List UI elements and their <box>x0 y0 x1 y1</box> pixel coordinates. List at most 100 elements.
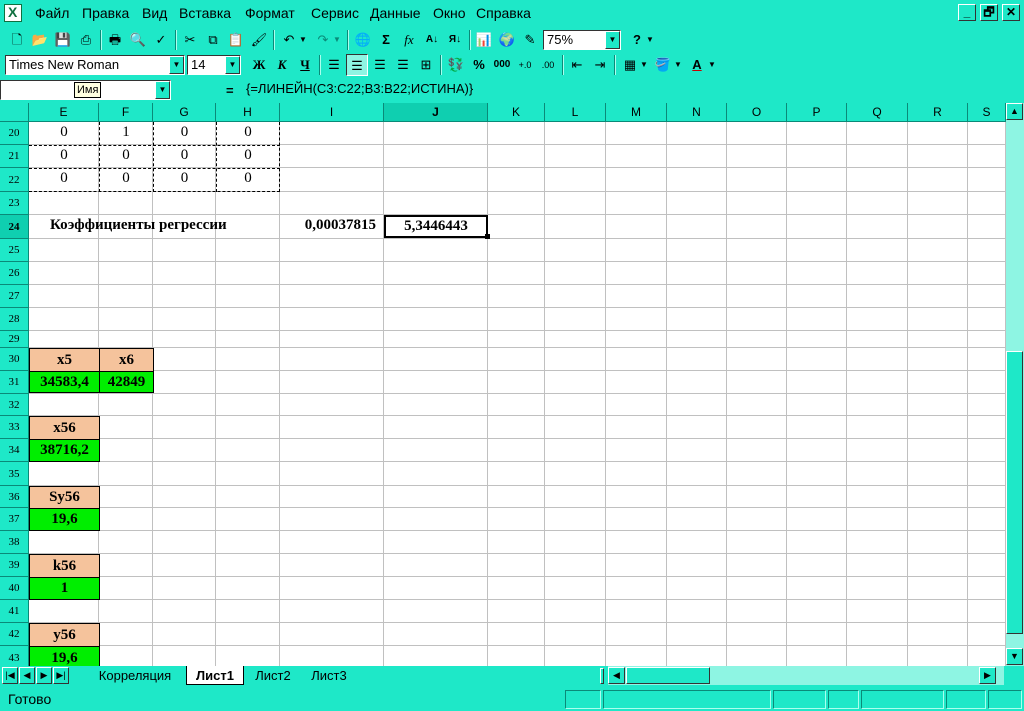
column-header-q[interactable]: Q <box>847 103 908 122</box>
font-color-dropdown-icon[interactable]: ▼ <box>707 54 717 76</box>
column-header-f[interactable]: F <box>99 103 153 122</box>
chevron-down-icon[interactable]: ▼ <box>225 56 240 74</box>
chevron-down-icon[interactable]: ▼ <box>169 56 184 74</box>
increase-indent-icon[interactable]: ⇥ <box>589 54 611 76</box>
row-header-20[interactable]: 20 <box>0 122 29 145</box>
prev-sheet-icon[interactable]: ◀ <box>19 667 35 684</box>
drawing-icon[interactable]: ✎ <box>519 29 541 51</box>
cell-x5-label[interactable]: x5 <box>29 348 100 372</box>
cell-sy56-value[interactable]: 19,6 <box>29 508 100 531</box>
percent-button[interactable]: % <box>468 54 490 76</box>
undo-icon[interactable]: ↶ <box>278 29 300 51</box>
menu-data[interactable]: Данные <box>370 5 421 21</box>
sort-desc-icon[interactable]: Я↓ <box>444 29 466 51</box>
new-icon[interactable]: 🗋 <box>6 29 28 51</box>
row-header-27[interactable]: 27 <box>0 285 29 308</box>
scroll-left-icon[interactable]: ◀ <box>608 667 625 684</box>
chevron-down-icon[interactable]: ▼ <box>155 81 170 99</box>
undo-dropdown-icon[interactable]: ▼ <box>298 29 308 51</box>
bold-button[interactable]: Ж <box>248 54 270 76</box>
save-icon[interactable]: 💾 <box>52 29 74 51</box>
cell-e20[interactable]: 0 <box>29 124 99 141</box>
row-header-25[interactable]: 25 <box>0 239 29 262</box>
scroll-up-icon[interactable]: ▲ <box>1006 103 1023 120</box>
zoom-select[interactable]: 75% ▼ <box>543 30 621 50</box>
formula-input[interactable]: {=ЛИНЕЙН(C3:C22;B3:B22;ИСТИНА)} <box>243 80 1023 100</box>
align-right-icon[interactable]: ☰ <box>369 54 391 76</box>
scroll-right-icon[interactable]: ▶ <box>979 667 996 684</box>
save-print-icon[interactable]: ⎙ <box>75 29 97 51</box>
column-header-o[interactable]: O <box>727 103 787 122</box>
font-select[interactable]: Times New Roman ▼ <box>5 55 185 75</box>
cell-h20[interactable]: 0 <box>216 124 280 141</box>
row-header-29[interactable]: 29 <box>0 331 29 348</box>
cell-y56-value[interactable]: 19,6 <box>29 646 100 666</box>
chart-wizard-icon[interactable]: 📊 <box>473 29 495 51</box>
open-icon[interactable]: 📂 <box>29 29 51 51</box>
menu-edit[interactable]: Правка <box>82 5 129 21</box>
minimize-button[interactable]: _ <box>958 4 976 21</box>
restore-button[interactable]: 🗗 <box>980 4 998 21</box>
tab-sheet1-active[interactable]: Лист1 <box>186 666 244 685</box>
italic-button[interactable]: К <box>271 54 293 76</box>
column-header-s[interactable]: S <box>968 103 1006 122</box>
underline-button[interactable]: Ч <box>294 54 316 76</box>
format-painter-icon[interactable]: 🖌 <box>248 29 270 51</box>
row-header-34[interactable]: 34 <box>0 439 29 462</box>
fill-dropdown-icon[interactable]: ▼ <box>673 54 683 76</box>
horizontal-scroll-thumb[interactable] <box>626 667 710 684</box>
align-left-icon[interactable]: ☰ <box>323 54 345 76</box>
cell-h22[interactable]: 0 <box>216 170 280 187</box>
select-all-corner[interactable] <box>0 103 29 122</box>
copy-icon[interactable]: ⧉ <box>202 29 224 51</box>
menu-tools[interactable]: Сервис <box>311 5 359 21</box>
cell-f22[interactable]: 0 <box>99 170 153 187</box>
row-header-28[interactable]: 28 <box>0 308 29 331</box>
thousands-button[interactable]: 000 <box>491 54 513 76</box>
justify-icon[interactable]: ☰ <box>392 54 414 76</box>
equals-sign[interactable]: = <box>226 83 234 98</box>
row-header-41[interactable]: 41 <box>0 600 29 623</box>
first-sheet-icon[interactable]: |◀ <box>2 667 18 684</box>
cell-i24[interactable]: 0,00037815 <box>280 217 384 234</box>
cell-e21[interactable]: 0 <box>29 147 99 164</box>
row-header-21[interactable]: 21 <box>0 145 29 168</box>
cell-f21[interactable]: 0 <box>99 147 153 164</box>
column-header-j[interactable]: J <box>384 103 488 122</box>
cell-x6-value[interactable]: 42849 <box>99 371 154 393</box>
row-header-40[interactable]: 40 <box>0 577 29 600</box>
map-icon[interactable]: 🌍 <box>496 29 518 51</box>
cell-g21[interactable]: 0 <box>153 147 216 164</box>
row-header-39[interactable]: 39 <box>0 554 29 577</box>
row-header-33[interactable]: 33 <box>0 416 29 439</box>
merge-center-icon[interactable]: ⊞ <box>415 54 437 76</box>
borders-icon[interactable]: ▦ <box>619 54 641 76</box>
print-icon[interactable]: 🖶 <box>104 29 126 51</box>
cell-sy56-label[interactable]: Sy56 <box>29 486 100 509</box>
currency-icon[interactable]: 💱 <box>445 54 467 76</box>
decrease-indent-icon[interactable]: ⇤ <box>566 54 588 76</box>
row-header-30[interactable]: 30 <box>0 348 29 371</box>
coef-label[interactable]: Коэффициенты регрессии <box>50 217 280 234</box>
cell-k56-value[interactable]: 1 <box>29 577 100 600</box>
last-sheet-icon[interactable]: ▶| <box>53 667 69 684</box>
cell-y56-label[interactable]: y56 <box>29 623 100 647</box>
column-header-h[interactable]: H <box>216 103 280 122</box>
vertical-scroll-thumb[interactable] <box>1006 351 1023 634</box>
row-header-26[interactable]: 26 <box>0 262 29 285</box>
row-header-43[interactable]: 43 <box>0 646 29 666</box>
column-header-g[interactable]: G <box>153 103 216 122</box>
cell-x56-label[interactable]: x56 <box>29 416 100 440</box>
vertical-scrollbar[interactable]: ▲ ▼ <box>1006 103 1024 666</box>
row-header-42[interactable]: 42 <box>0 623 29 646</box>
borders-dropdown-icon[interactable]: ▼ <box>639 54 649 76</box>
spreadsheet-grid[interactable]: EFGHIJKLMNOPQRS 20 21 22 23 24 25 26 27 28 29 30 31… <box>0 103 1006 666</box>
menu-help[interactable]: Справка <box>476 5 531 21</box>
row-header-37[interactable]: 37 <box>0 508 29 531</box>
print-preview-icon[interactable]: 🔍 <box>127 29 149 51</box>
column-header-i[interactable]: I <box>280 103 384 122</box>
cell-x56-value[interactable]: 38716,2 <box>29 439 100 462</box>
column-header-n[interactable]: N <box>667 103 727 122</box>
sort-asc-icon[interactable]: A↓ <box>421 29 443 51</box>
next-sheet-icon[interactable]: ▶ <box>36 667 52 684</box>
